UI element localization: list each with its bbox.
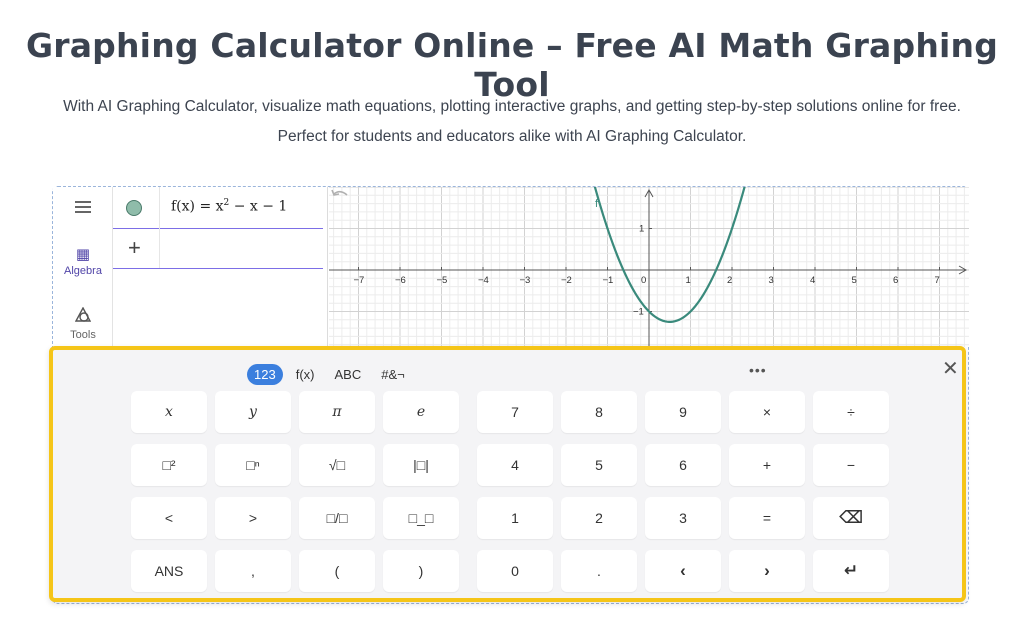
keyboard-tab-0[interactable]: 123 bbox=[247, 363, 283, 385]
key-power[interactable]: □ⁿ bbox=[215, 444, 291, 486]
add-item-button[interactable]: + bbox=[128, 235, 141, 261]
key-abs[interactable]: |□| bbox=[383, 444, 459, 486]
keyboard-tab-3[interactable]: #&¬ bbox=[374, 364, 412, 385]
left-rail: ▦ Algebra Tools bbox=[53, 187, 113, 347]
key-ans[interactable]: ANS bbox=[131, 550, 207, 592]
key-e[interactable]: e bbox=[383, 391, 459, 433]
graph-canvas[interactable]: −7 −6 −5 −4 −3 −2 −1 0 1 2 3 4 5 6 71−1f bbox=[329, 187, 969, 347]
x-tick-label: 4 bbox=[810, 275, 815, 286]
algebra-input-row[interactable]: + bbox=[113, 229, 323, 269]
hamburger-icon[interactable] bbox=[75, 201, 91, 213]
x-tick-label: 1 bbox=[686, 275, 691, 286]
backspace-key[interactable]: ⌫ bbox=[813, 497, 889, 539]
key-subscript[interactable]: □_□ bbox=[383, 497, 459, 539]
x-tick-label: −7 bbox=[354, 275, 365, 286]
enter-key[interactable]: ↵ bbox=[813, 550, 889, 592]
algebra-row[interactable]: f(x) = x2 − x − 1 bbox=[113, 187, 323, 229]
key-less-than[interactable]: < bbox=[131, 497, 207, 539]
rail-tools-button[interactable]: Tools bbox=[53, 306, 113, 341]
key-divide[interactable]: ÷ bbox=[813, 391, 889, 433]
key-5[interactable]: 5 bbox=[561, 444, 637, 486]
key-6[interactable]: 6 bbox=[645, 444, 721, 486]
cursor-left-key[interactable]: ‹ bbox=[645, 550, 721, 592]
calculator-icon: ▦ bbox=[75, 246, 91, 263]
more-icon[interactable]: ••• bbox=[749, 362, 767, 378]
key-1[interactable]: 1 bbox=[477, 497, 553, 539]
y-tick-label: −1 bbox=[633, 307, 644, 318]
key-comma[interactable]: , bbox=[215, 550, 291, 592]
x-tick-label: −6 bbox=[395, 275, 406, 286]
key-open-paren[interactable]: ( bbox=[299, 550, 375, 592]
key-fraction[interactable]: □/□ bbox=[299, 497, 375, 539]
key-3[interactable]: 3 bbox=[645, 497, 721, 539]
close-icon[interactable]: ✕ bbox=[942, 356, 962, 381]
visibility-toggle[interactable] bbox=[126, 200, 142, 216]
rail-algebra-label: Algebra bbox=[64, 265, 102, 277]
virtual-keyboard: 123 f(x) ABC #&¬ ••• ✕ x y π e 7 8 9 × ÷ □² □ⁿ √□ |□| 4 5… bbox=[49, 346, 966, 602]
x-tick-label: 6 bbox=[893, 275, 898, 286]
key-sqrt[interactable]: √□ bbox=[299, 444, 375, 486]
x-tick-label: 2 bbox=[727, 275, 732, 286]
rail-tools-label: Tools bbox=[70, 329, 96, 341]
page-subtitle: With AI Graphing Calculator, visualize m… bbox=[63, 98, 961, 145]
keyboard-tabs: 123 f(x) ABC #&¬ bbox=[247, 361, 412, 387]
key-2[interactable]: 2 bbox=[561, 497, 637, 539]
y-tick-label: 1 bbox=[639, 224, 644, 235]
key-4[interactable]: 4 bbox=[477, 444, 553, 486]
undo-icon[interactable] bbox=[329, 187, 351, 205]
key-y[interactable]: y bbox=[215, 391, 291, 433]
key-0[interactable]: 0 bbox=[477, 550, 553, 592]
key-decimal[interactable]: . bbox=[561, 550, 637, 592]
key-greater-than[interactable]: > bbox=[215, 497, 291, 539]
x-tick-label: 7 bbox=[935, 275, 940, 286]
calculator-app: ▦ Algebra Tools f(x) = x2 − x − 1 + −7 −6… bbox=[49, 186, 969, 604]
key-equals[interactable]: = bbox=[729, 497, 805, 539]
x-tick-label: 0 bbox=[641, 275, 646, 286]
key-square[interactable]: □² bbox=[131, 444, 207, 486]
key-close-paren[interactable]: ) bbox=[383, 550, 459, 592]
key-8[interactable]: 8 bbox=[561, 391, 637, 433]
key-plus[interactable]: + bbox=[729, 444, 805, 486]
cursor-right-key[interactable]: › bbox=[729, 550, 805, 592]
x-tick-label: −1 bbox=[603, 275, 614, 286]
key-7[interactable]: 7 bbox=[477, 391, 553, 433]
x-tick-label: −3 bbox=[520, 275, 531, 286]
x-tick-label: 3 bbox=[769, 275, 774, 286]
x-tick-label: −4 bbox=[478, 275, 489, 286]
algebra-panel: f(x) = x2 − x − 1 + bbox=[113, 187, 380, 347]
x-tick-label: 5 bbox=[852, 275, 857, 286]
shapes-icon bbox=[53, 306, 113, 327]
key-times[interactable]: × bbox=[729, 391, 805, 433]
keyboard-tab-1[interactable]: f(x) bbox=[289, 364, 322, 385]
keyboard-tab-2[interactable]: ABC bbox=[327, 364, 368, 385]
algebra-expression[interactable]: f(x) = x2 − x − 1 bbox=[171, 198, 287, 215]
rail-algebra-button[interactable]: ▦ Algebra bbox=[53, 246, 113, 278]
x-tick-label: −2 bbox=[561, 275, 572, 286]
graphics-view[interactable]: −7 −6 −5 −4 −3 −2 −1 0 1 2 3 4 5 6 7 1 −1 f bbox=[329, 187, 969, 347]
key-pi[interactable]: π bbox=[299, 391, 375, 433]
key-9[interactable]: 9 bbox=[645, 391, 721, 433]
key-minus[interactable]: − bbox=[813, 444, 889, 486]
key-x[interactable]: x bbox=[131, 391, 207, 433]
x-tick-label: −5 bbox=[437, 275, 448, 286]
